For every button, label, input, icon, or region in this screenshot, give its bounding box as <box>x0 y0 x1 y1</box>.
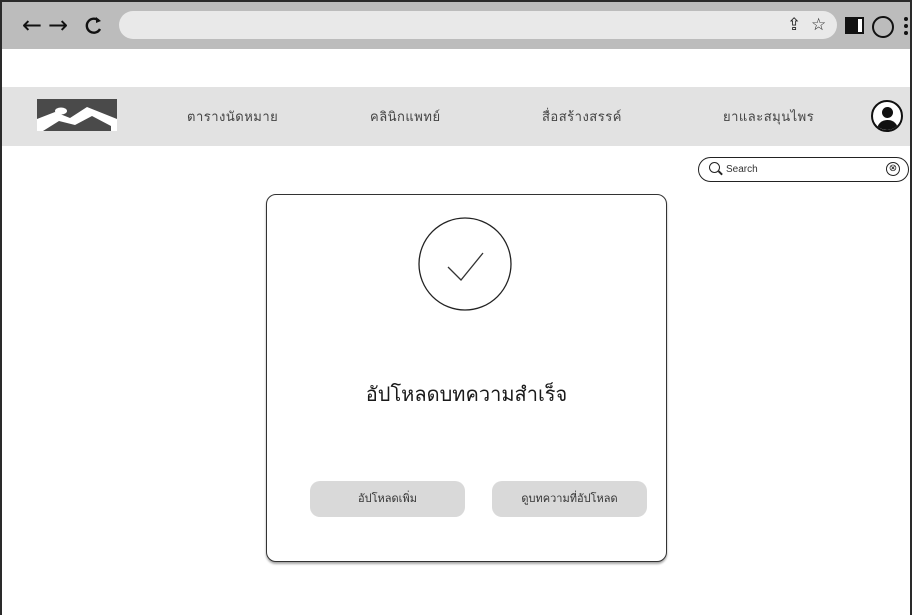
search-box: ⊗ <box>698 157 909 182</box>
browser-profile-icon[interactable] <box>872 16 894 38</box>
back-arrow-icon[interactable]: ← <box>20 10 44 40</box>
upload-success-dialog: อัปโหลดบทความสำเร็จ อัปโหลดเพิ่ม ดูบทควา… <box>266 194 667 562</box>
star-icon[interactable]: ☆ <box>811 14 826 36</box>
address-bar[interactable]: ⇪ ☆ <box>119 11 837 39</box>
side-panel-icon[interactable] <box>845 17 864 34</box>
search-input[interactable] <box>726 161 866 178</box>
kebab-menu-icon[interactable] <box>903 16 909 38</box>
nav-item-herbal-medicine[interactable]: ยาและสมุนไพร <box>723 106 814 127</box>
search-icon <box>709 162 720 173</box>
share-icon[interactable]: ⇪ <box>787 14 801 36</box>
upload-more-button[interactable]: อัปโหลดเพิ่ม <box>310 481 465 517</box>
success-check-icon <box>418 217 512 311</box>
view-uploaded-articles-button[interactable]: ดูบทความที่อัปโหลด <box>492 481 647 517</box>
site-header: ตารางนัดหมาย คลินิกแพทย์ สื่อสร้างสรรค์ … <box>2 87 910 146</box>
forward-arrow-icon[interactable]: → <box>46 10 70 40</box>
clear-search-icon[interactable]: ⊗ <box>886 162 900 176</box>
dialog-title: อัปโหลดบทความสำเร็จ <box>365 382 568 406</box>
logo-image-icon[interactable] <box>37 99 117 131</box>
nav-item-appointments[interactable]: ตารางนัดหมาย <box>187 106 278 127</box>
reload-icon[interactable] <box>80 10 108 40</box>
nav-item-clinics[interactable]: คลินิกแพทย์ <box>370 106 441 127</box>
browser-toolbar: ← → ⇪ ☆ <box>2 2 910 49</box>
user-account-icon[interactable] <box>871 100 903 132</box>
nav-item-creative-media[interactable]: สื่อสร้างสรรค์ <box>542 106 622 127</box>
